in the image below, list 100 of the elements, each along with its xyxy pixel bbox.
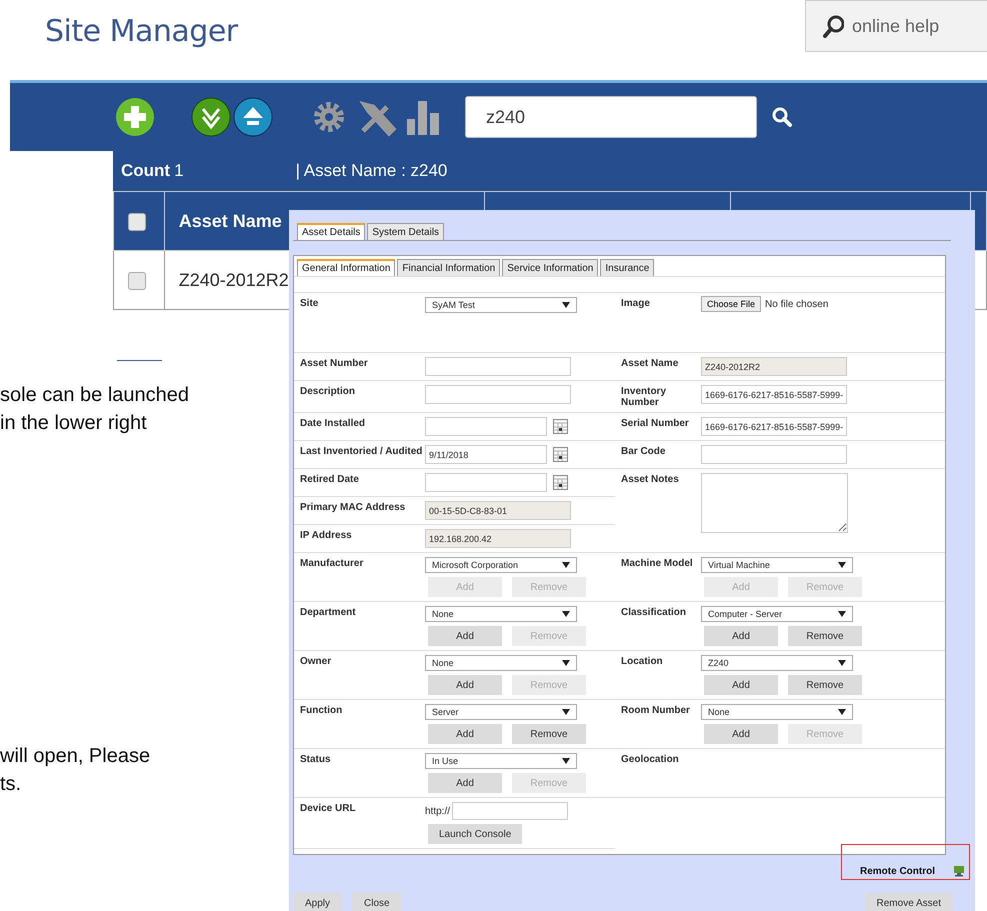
action-button[interactable]: Add (428, 773, 502, 793)
search-icon (822, 14, 844, 38)
field-label: Location (621, 656, 663, 667)
count-label: Count (121, 161, 170, 181)
caret-icon (562, 709, 570, 715)
tab[interactable]: General Information (297, 259, 396, 276)
field-label: Bar Code (621, 446, 666, 457)
tab[interactable]: Insurance (600, 259, 654, 276)
file-status: No file chosen (765, 298, 828, 310)
text-field[interactable]: 00-15-5D-C8-83-01 (425, 501, 571, 520)
text-field[interactable]: 192.168.200.42 (425, 529, 571, 548)
choose-file-button[interactable]: Choose File (701, 296, 762, 312)
action-button[interactable]: Remove (512, 724, 586, 744)
text-field[interactable] (425, 385, 571, 404)
date-field[interactable] (425, 417, 547, 436)
field-label: Date Installed (300, 418, 366, 429)
calendar-icon (553, 447, 568, 462)
field-label: Site (300, 298, 318, 309)
caret-icon (562, 562, 570, 568)
field-label: Inventory Number (621, 386, 666, 408)
date-field[interactable] (425, 473, 547, 492)
search-icon (771, 106, 793, 128)
action-button[interactable]: Add (704, 675, 778, 695)
action-button[interactable]: Launch Console (428, 824, 522, 844)
add-icon (115, 97, 155, 137)
field-label: Classification (621, 607, 686, 618)
caret-icon (562, 302, 570, 308)
dialog-button[interactable]: Apply (293, 893, 342, 911)
help-button[interactable]: online help (805, 0, 987, 52)
field-label: Last Inventoried / Audited (300, 446, 422, 457)
monitor-icon (953, 865, 965, 877)
dropdown[interactable]: Microsoft Corporation (425, 557, 577, 573)
text-field[interactable]: Z240-2012R2 (701, 357, 847, 376)
tab[interactable]: Asset Details (297, 223, 366, 240)
dropdown[interactable]: SyAM Test (425, 297, 577, 313)
field-label: Asset Notes (621, 474, 679, 485)
caret-icon (562, 611, 570, 617)
tab[interactable]: System Details (367, 223, 444, 240)
url-field[interactable] (452, 802, 568, 820)
dropdown[interactable]: In Use (425, 753, 577, 769)
remote-control-link[interactable]: Remote Control (860, 866, 935, 876)
tab[interactable]: Financial Information (397, 259, 500, 276)
field-label: IP Address (300, 530, 352, 541)
dropdown[interactable]: None (701, 704, 853, 720)
tab[interactable]: Service Information (502, 259, 598, 276)
field-label: Asset Name (621, 358, 678, 369)
select-all-checkbox[interactable] (128, 212, 146, 231)
action-button[interactable]: Add (704, 724, 778, 744)
document-text: in the lower right (0, 412, 147, 434)
caret-icon (562, 758, 570, 764)
notes-field[interactable] (701, 473, 848, 533)
field-label: Machine Model (621, 558, 693, 569)
field-label: Device URL (300, 803, 356, 814)
field-label: Owner (300, 656, 332, 667)
text-field[interactable]: 1669-6176-6217-8516-5587-5999- (701, 417, 847, 436)
dropdown[interactable]: Z240 (701, 655, 853, 671)
caret-icon (838, 660, 846, 666)
calendar-icon (553, 475, 568, 490)
date-field[interactable]: 9/11/2018 (425, 445, 547, 464)
download-icon (191, 97, 231, 137)
field-label: Room Number (621, 705, 690, 716)
dropdown[interactable]: Server (425, 704, 577, 720)
text-field[interactable] (701, 445, 847, 464)
caret-icon (838, 709, 846, 715)
document-text: sole can be launched (0, 384, 190, 406)
field-label: Description (300, 386, 356, 397)
upload-icon (233, 97, 273, 137)
dropdown[interactable]: None (425, 606, 577, 622)
row-checkbox[interactable] (128, 272, 146, 290)
dialog-button[interactable]: Remove Asset (864, 893, 953, 911)
text-field[interactable]: 1669-6176-6217-8516-5587-5999- (701, 385, 847, 404)
field-label: Retired Date (300, 474, 359, 485)
document-text: ts. (0, 773, 22, 795)
url-prefix: http:// (425, 806, 450, 816)
field-label: Status (300, 754, 331, 765)
dropdown[interactable]: None (425, 655, 577, 671)
field-label: Asset Number (300, 358, 368, 369)
calendar-icon (553, 419, 568, 434)
logo: Site Manager (45, 14, 238, 49)
action-button[interactable]: Add (428, 724, 502, 744)
field-label: Manufacturer (300, 558, 364, 569)
search-field[interactable]: z240 (465, 96, 757, 138)
caret-icon (562, 660, 570, 666)
dropdown[interactable]: Computer - Server (701, 606, 853, 622)
dialog-button[interactable]: Close (352, 893, 402, 911)
dropdown[interactable]: Virtual Machine (701, 557, 853, 573)
text-field[interactable] (425, 357, 571, 376)
filter-text: | Asset Name : z240 (296, 161, 448, 181)
action-button[interactable]: Add (704, 626, 778, 646)
field-label: Image (621, 298, 650, 309)
action-button[interactable]: Add (428, 675, 502, 695)
caret-icon (838, 611, 846, 617)
field-label: Serial Number (621, 418, 689, 429)
document-text: will open, Please (0, 745, 150, 767)
action-button[interactable]: Remove (788, 675, 862, 695)
action-button[interactable]: Remove (788, 626, 862, 646)
action-button[interactable]: Add (428, 626, 502, 646)
field-label: Function (300, 705, 342, 716)
field-label: Primary MAC Address (300, 502, 406, 513)
count-value: 1 (174, 161, 184, 181)
